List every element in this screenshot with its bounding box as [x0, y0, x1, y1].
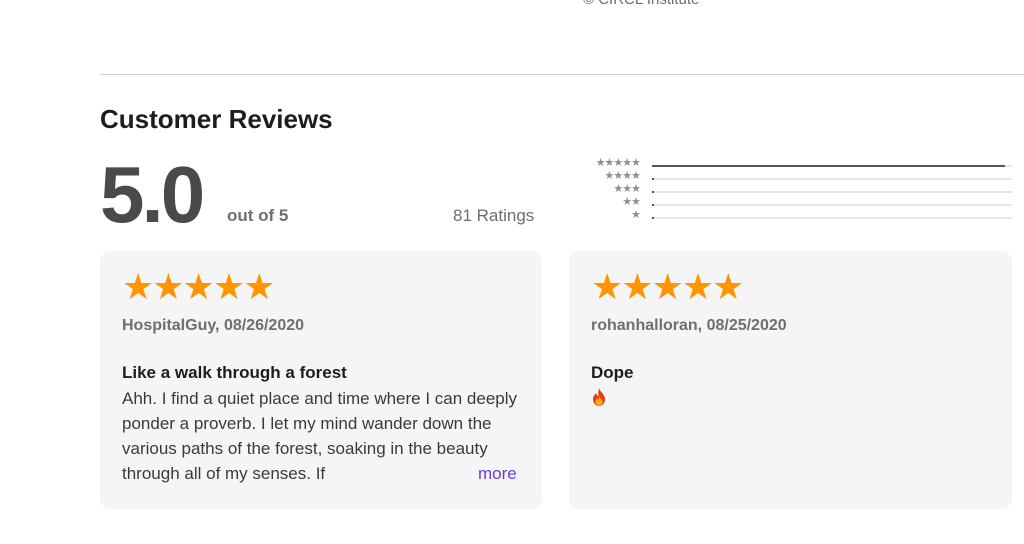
review-title: Dope [591, 363, 634, 382]
review-author-date: rohanhalloran, 08/25/2020 [591, 317, 787, 334]
histogram-fill [652, 204, 654, 206]
fire-emoji-icon [593, 388, 605, 406]
review-card: ★★★★★ HospitalGuy, 08/26/2020 Like a wal… [100, 251, 542, 509]
histogram-stars-5: ★★★★★ [595, 157, 641, 169]
customer-reviews-title: Customer Reviews [100, 104, 333, 134]
review-author-date: HospitalGuy, 08/26/2020 [122, 317, 305, 334]
section-divider [100, 74, 1024, 75]
rating-stars: ★★★★★ [122, 266, 275, 307]
histogram-track [652, 204, 1012, 206]
histogram-fill [652, 178, 654, 180]
histogram-fill [652, 191, 654, 193]
review-title: Like a walk through a forest [122, 363, 347, 382]
histogram-fill [652, 217, 654, 219]
histogram-track [652, 217, 1012, 219]
review-card: ★★★★★ rohanhalloran, 08/25/2020 Dope [569, 251, 1012, 509]
histogram-track [652, 178, 1012, 180]
histogram-stars-4: ★★★★ [604, 170, 641, 182]
histogram-stars-1: ★ [631, 209, 641, 221]
copyright-text: © CIRCL Institute [583, 0, 699, 8]
ratings-count: 81 Ratings [453, 206, 535, 225]
histogram-stars-3: ★★★ [613, 183, 641, 195]
average-score: 5.0 [100, 150, 205, 239]
histogram-fill [652, 165, 1005, 167]
histogram-stars-2: ★★ [622, 196, 641, 208]
rating-stars: ★★★★★ [591, 266, 744, 307]
histogram-row-1: ★ [564, 209, 1014, 224]
histogram-track [652, 165, 1012, 167]
rating-histogram: ★★★★★ ★★★★ ★★★ ★★ ★ [564, 157, 1014, 226]
more-link[interactable]: more [476, 461, 517, 486]
histogram-track [652, 191, 1012, 193]
out-of-label: out of 5 [227, 206, 289, 225]
